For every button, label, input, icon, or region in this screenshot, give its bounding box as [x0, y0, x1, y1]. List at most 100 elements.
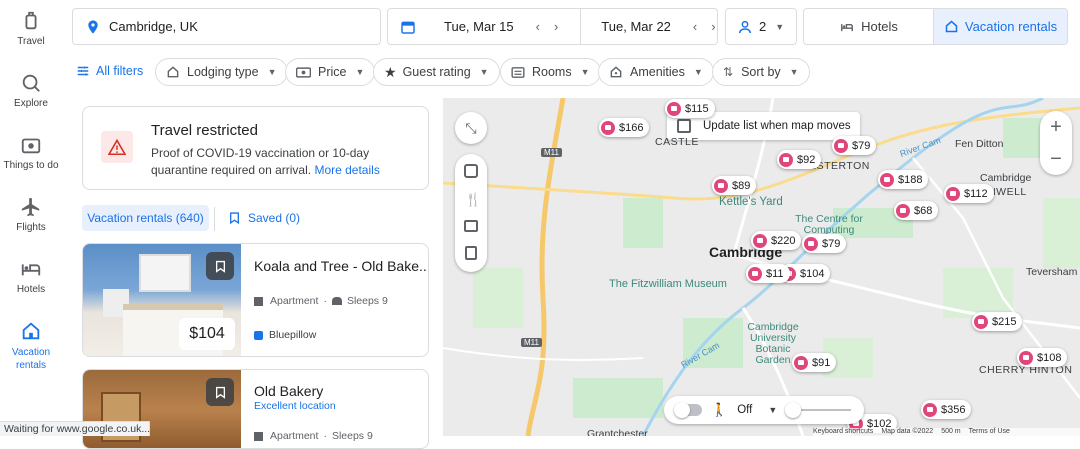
bookmark-icon	[215, 260, 225, 273]
map-label-fitzwilliam[interactable]: The Fitzwilliam Museum	[609, 278, 727, 290]
zoom-in-button[interactable]: +	[1040, 111, 1072, 143]
nav-hotels[interactable]: Hotels	[0, 258, 62, 295]
chip-label: Sort by	[741, 65, 781, 79]
person-icon	[738, 20, 752, 33]
bluepillow-logo-icon	[254, 330, 263, 340]
price-pin[interactable]: $115	[665, 99, 715, 118]
nav-label: Things to do	[3, 160, 59, 171]
chip-price[interactable]: Price ▼	[285, 58, 376, 86]
source-name: Bluepillow	[269, 329, 317, 341]
listing-type: Apartment	[270, 430, 319, 442]
save-bookmark-button[interactable]	[206, 252, 234, 280]
chevron-down-icon: ▼	[580, 67, 590, 77]
nav-things-to-do[interactable]: Things to do	[0, 134, 62, 171]
browser-status-bar: Waiting for www.google.co.uk...	[0, 421, 150, 436]
price-pin[interactable]: $79	[802, 234, 847, 253]
price-pin[interactable]: $91	[792, 353, 837, 372]
all-filters-button[interactable]: All filters	[76, 64, 143, 78]
chip-sort-by[interactable]: ⇅ Sort by ▼	[712, 58, 810, 86]
location-value: Cambridge, UK	[109, 19, 198, 34]
checkin-next-icon[interactable]: ›	[554, 19, 558, 34]
price-pin[interactable]: $188	[878, 170, 929, 189]
checkin-prev-icon[interactable]: ‹	[536, 19, 540, 34]
price-pin[interactable]: $220	[751, 231, 802, 250]
collapse-map-button[interactable]: ⤡	[455, 112, 487, 144]
chevron-down-icon: ▼	[775, 21, 785, 32]
nav-travel[interactable]: Travel	[0, 10, 62, 47]
price-pin[interactable]: $166	[599, 118, 650, 137]
price-pin[interactable]: $11	[746, 264, 790, 283]
listing-source: Bluepillow	[254, 329, 316, 341]
transit-icon[interactable]	[464, 164, 478, 178]
listing-card[interactable]: $104 Koala and Tree - Old Bake... Apartm…	[82, 243, 429, 357]
alert-title: Travel restricted	[151, 122, 258, 139]
save-bookmark-button[interactable]	[206, 378, 234, 406]
keyboard-shortcuts-link[interactable]: Keyboard shortcuts	[813, 428, 873, 436]
listing-title[interactable]: Koala and Tree - Old Bake...	[254, 258, 428, 274]
pin-price: $68	[914, 204, 933, 217]
price-pin[interactable]: $112	[944, 184, 994, 203]
nav-flights[interactable]: Flights	[0, 196, 62, 233]
update-list-checkbox[interactable]	[677, 119, 691, 133]
streetview-toggle[interactable]	[674, 402, 702, 418]
nav-label: Vacation rentals	[11, 347, 51, 371]
streetview-state: Off	[737, 404, 753, 416]
bookmark-icon	[230, 212, 239, 224]
pin-price: $220	[771, 234, 796, 247]
price-pin[interactable]: $215	[972, 312, 1023, 331]
chip-rooms[interactable]: Rooms ▼	[500, 58, 601, 86]
checkout-next-icon[interactable]: ›	[711, 19, 715, 34]
pin-price: $215	[992, 315, 1017, 328]
guests-selector[interactable]: 2 ▼	[725, 8, 797, 45]
tab-vacation-rentals[interactable]: Vacation rentals	[934, 9, 1067, 44]
price-pin[interactable]: $108	[1017, 348, 1068, 367]
price-pin[interactable]: $79	[832, 136, 877, 155]
map-label-kettles-yard[interactable]: Kettle's Yard	[719, 196, 783, 208]
status-text: Waiting for www.google.co.uk...	[4, 423, 151, 435]
chevron-down-icon: ▼	[693, 67, 703, 77]
more-details-link[interactable]: More details	[314, 163, 379, 177]
chevron-down-icon[interactable]: ▼	[768, 405, 777, 415]
map-footer: Keyboard shortcuts Map data ©2022 500 m …	[813, 428, 1080, 436]
restaurant-icon[interactable]: 🍴	[465, 192, 481, 208]
house-pin-icon	[794, 355, 808, 370]
tab-hotels[interactable]: Hotels	[804, 9, 935, 44]
date-range-picker[interactable]: Tue, Mar 15 ‹ › Tue, Mar 22 ‹ ›	[387, 8, 718, 45]
nav-explore[interactable]: Explore	[0, 72, 62, 109]
bookmark-icon	[215, 386, 225, 399]
price-pin[interactable]: $356	[921, 400, 972, 419]
bed-icon	[841, 23, 854, 31]
nav-label: Hotels	[16, 284, 46, 295]
tab-label: Saved (0)	[248, 211, 301, 225]
house-pin-icon	[748, 266, 762, 281]
attractions-icon[interactable]	[464, 220, 478, 232]
checkout-date[interactable]: Tue, Mar 22	[601, 19, 671, 34]
timeline-slider[interactable]	[785, 402, 852, 418]
meta-separator: ·	[323, 430, 327, 442]
shopping-icon[interactable]	[465, 246, 477, 260]
terms-link[interactable]: Terms of Use	[969, 428, 1010, 436]
location-input[interactable]: Cambridge, UK	[72, 8, 381, 45]
listing-card[interactable]: Old Bakery Excellent location Apartment …	[82, 369, 429, 449]
tab-vacation-rentals-list[interactable]: Vacation rentals (640)	[82, 205, 209, 231]
chip-guest-rating[interactable]: ★ Guest rating ▼	[373, 58, 500, 86]
price-pin[interactable]: $92	[777, 150, 822, 169]
tab-saved[interactable]: Saved (0)	[229, 205, 300, 231]
house-icon	[22, 322, 40, 340]
price-pin[interactable]: $89	[712, 176, 757, 195]
zoom-out-button[interactable]: −	[1040, 143, 1072, 175]
chip-lodging-type[interactable]: Lodging type ▼	[155, 58, 288, 86]
checkout-prev-icon[interactable]: ‹	[693, 19, 697, 34]
chip-amenities[interactable]: Amenities ▼	[598, 58, 714, 86]
nav-vacation-rentals[interactable]: Vacation rentals	[0, 320, 62, 372]
date-divider	[580, 8, 582, 45]
price-pin[interactable]: $68	[894, 201, 939, 220]
map-label-fen-ditton: Fen Ditton	[955, 138, 1004, 150]
tune-icon	[77, 66, 89, 76]
chevron-down-icon: ▼	[789, 67, 799, 77]
map-view[interactable]: ⤡ 🍴 Update list when map moves + − Cambr…	[443, 98, 1080, 436]
checkin-date[interactable]: Tue, Mar 15	[444, 19, 514, 34]
calendar-icon	[401, 21, 415, 34]
listing-title[interactable]: Old Bakery	[254, 383, 323, 399]
amenities-icon	[610, 66, 622, 78]
